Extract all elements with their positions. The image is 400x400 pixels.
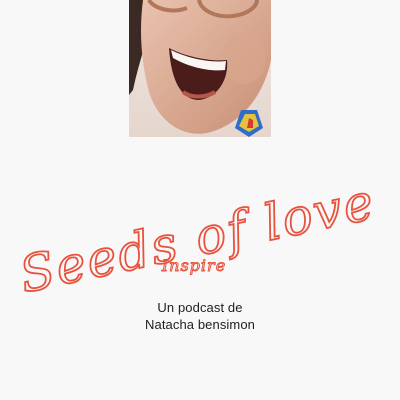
byline-line-2: Natacha bensimon bbox=[145, 317, 255, 332]
podcast-title: Seeds of love bbox=[15, 172, 381, 304]
podcast-subtitle: Inspire bbox=[161, 256, 226, 275]
byline-line-1: Un podcast de bbox=[157, 300, 243, 315]
seeds-of-love-script-title: Seeds of love Inspire bbox=[14, 171, 381, 305]
podcast-cover: Seeds of love Inspire Un podcast de Nata… bbox=[0, 0, 400, 400]
smiling-woman-portrait-icon bbox=[129, 0, 271, 137]
byline: Un podcast de Natacha bensimon bbox=[0, 299, 400, 333]
host-portrait-photo bbox=[129, 0, 271, 137]
